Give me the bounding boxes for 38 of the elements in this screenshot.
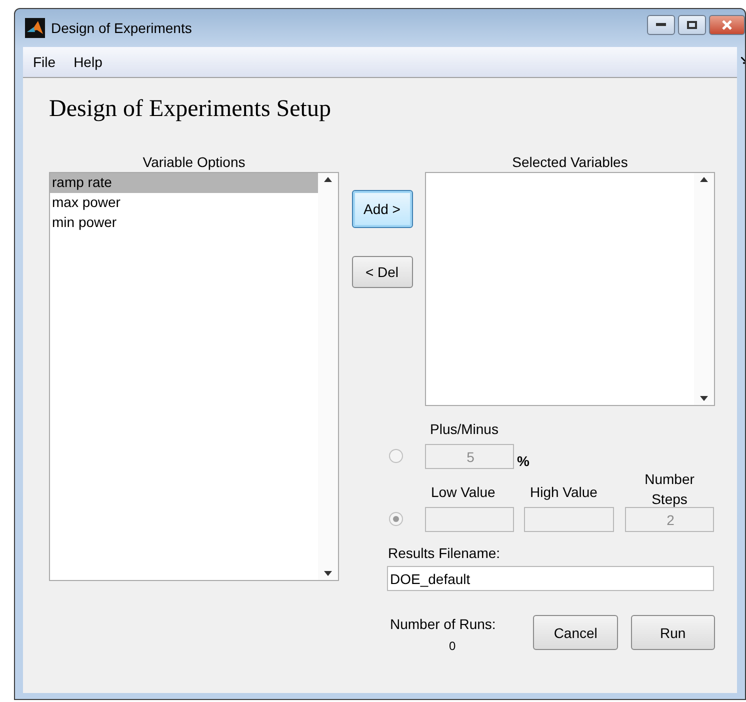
run-button[interactable]: Run bbox=[630, 615, 716, 650]
scroll-down-icon[interactable] bbox=[324, 571, 332, 576]
cancel-button[interactable]: Cancel bbox=[533, 615, 618, 650]
minimize-button[interactable] bbox=[647, 15, 675, 35]
percent-label: % bbox=[517, 453, 530, 469]
list-item[interactable]: ramp rate bbox=[50, 173, 318, 193]
add-button[interactable]: Add > bbox=[352, 190, 412, 228]
high-value-label: High Value bbox=[529, 483, 598, 501]
maximize-icon bbox=[687, 21, 697, 29]
window-title: Design of Experiments bbox=[51, 20, 192, 36]
results-filename-field[interactable]: DOE_default bbox=[387, 566, 714, 591]
menu-item[interactable]: Help bbox=[68, 52, 110, 72]
maximize-button[interactable] bbox=[678, 15, 706, 35]
list-item[interactable]: max power bbox=[50, 193, 318, 213]
number-of-runs-label: Number of Runs: bbox=[390, 615, 496, 633]
list-item[interactable]: min power bbox=[50, 213, 318, 233]
setup-heading: Design of Experiments Setup bbox=[49, 96, 332, 124]
radio-button[interactable] bbox=[389, 512, 403, 526]
scrollbar[interactable] bbox=[694, 173, 714, 405]
results-filename-label: Results Filename: bbox=[387, 544, 502, 562]
selected-variables-label: Selected Variables bbox=[511, 154, 629, 172]
menu-item[interactable]: File bbox=[27, 52, 64, 72]
close-button[interactable] bbox=[709, 15, 745, 35]
scroll-up-icon[interactable] bbox=[700, 177, 708, 182]
minimize-icon bbox=[656, 23, 666, 27]
app-logo-icon bbox=[25, 18, 45, 38]
delete-button[interactable]: < Del bbox=[352, 256, 412, 288]
variable-options-label: Variable Options bbox=[142, 154, 246, 172]
low-value-field[interactable] bbox=[425, 507, 514, 532]
scroll-down-icon[interactable] bbox=[700, 396, 708, 401]
number-of-runs-value: 0 bbox=[449, 639, 456, 653]
number-steps-label: Number Steps bbox=[644, 470, 696, 509]
plus-minus-label: Plus/Minus bbox=[429, 420, 500, 438]
close-icon bbox=[722, 20, 732, 30]
low-value-label: Low Value bbox=[430, 483, 496, 501]
scroll-up-icon[interactable] bbox=[324, 177, 332, 182]
scrollbar[interactable] bbox=[318, 173, 338, 580]
high-value-field[interactable] bbox=[524, 507, 614, 532]
